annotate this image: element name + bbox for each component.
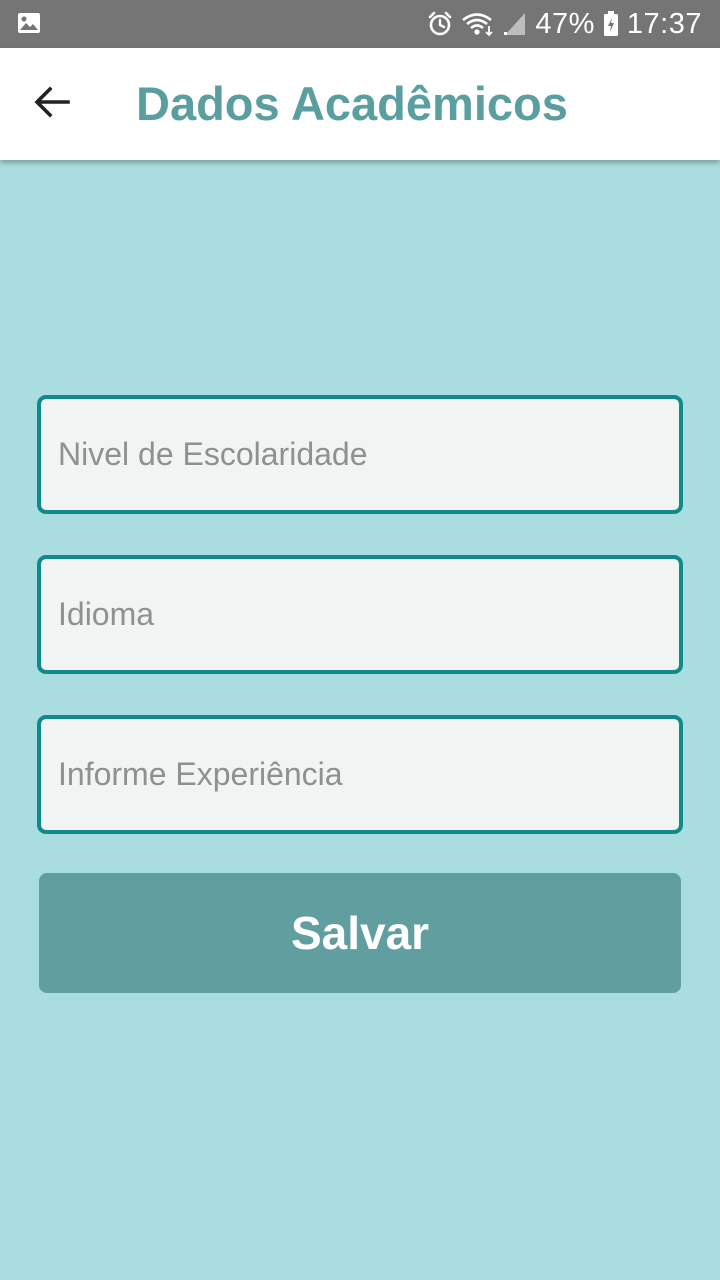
experience-field (37, 715, 683, 834)
save-button[interactable]: Salvar (39, 873, 681, 993)
language-input[interactable] (41, 559, 679, 670)
education-level-field (37, 395, 683, 514)
battery-percent: 47% (535, 7, 595, 40)
status-bar: 47% 17:37 (0, 0, 720, 48)
wifi-icon (461, 11, 495, 37)
language-field (37, 555, 683, 674)
battery-icon (603, 11, 619, 37)
status-icons: 47% 17:37 (427, 0, 702, 48)
image-icon (17, 12, 41, 34)
page-title: Dados Acadêmicos (136, 77, 568, 130)
education-level-input[interactable] (41, 399, 679, 510)
signal-icon (503, 11, 527, 37)
clock: 17:37 (626, 7, 702, 40)
arrow-left-icon (34, 85, 70, 123)
back-button[interactable] (22, 74, 82, 134)
alarm-icon (427, 11, 453, 37)
app-bar: Dados Acadêmicos (0, 48, 720, 160)
experience-input[interactable] (41, 719, 679, 830)
